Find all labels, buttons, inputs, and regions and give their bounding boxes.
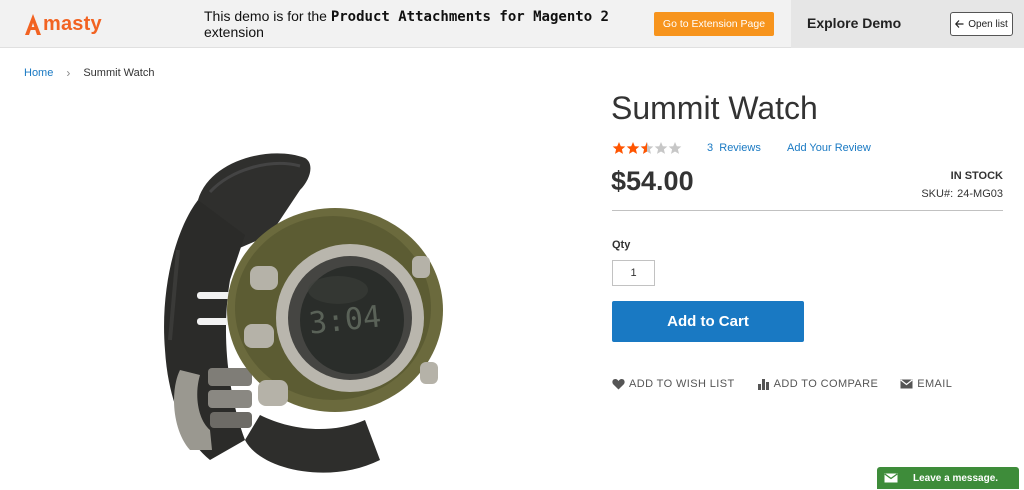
go-to-extension-button[interactable]: Go to Extension Page [654,12,774,36]
wishlist-label: Add to Wish List [629,378,735,390]
reviews-link[interactable]: 3 Reviews [707,142,761,154]
logo-text: masty [43,12,102,35]
add-to-wishlist-link[interactable]: Add to Wish List [612,378,735,390]
star-filled-icon [626,142,640,154]
breadcrumb-current: Summit Watch [83,67,155,79]
email-link[interactable]: Email [900,378,952,390]
chat-label: Leave a message. [913,472,999,484]
reviews-count: 3 [707,142,714,154]
amasty-logo[interactable]: masty [24,9,102,39]
open-list-button[interactable]: Open list [950,12,1013,36]
breadcrumb-separator: › [66,66,71,80]
product-sku: SKU#: 24-MG03 [921,188,1003,200]
qty-label: Qty [612,239,631,251]
open-list-label: Open list [968,18,1008,30]
chat-widget[interactable]: Leave a message. [877,467,1019,489]
product-price: $54.00 [611,166,694,196]
demo-notice-product: Product Attachments for Magento 2 [330,9,609,25]
email-label: Email [917,378,953,390]
arrow-left-icon [955,20,964,28]
product-title: Summit Watch [611,90,818,126]
star-half-icon [640,142,654,154]
breadcrumb-home-link[interactable]: Home [24,67,53,79]
qty-input[interactable] [612,260,655,286]
bar-chart-icon [757,379,769,390]
add-review-link[interactable]: Add Your Review [787,142,871,154]
breadcrumb: Home › Summit Watch [24,66,154,80]
star-filled-icon [612,142,626,154]
envelope-icon [900,379,913,389]
add-to-cart-button[interactable]: Add to Cart [612,301,804,342]
sku-value: 24-MG03 [957,188,1003,200]
sku-label: SKU#: [921,188,954,200]
product-image[interactable]: 3:04 [150,140,460,490]
reviews-label: Reviews [719,142,761,154]
star-empty-icon [654,142,668,154]
demo-notice-suffix: extension [204,24,264,40]
explore-demo-label: Explore Demo [807,15,902,31]
stock-status: In stock [950,170,1003,182]
add-to-compare-link[interactable]: Add to Compare [757,378,879,390]
demo-header-bar: masty This demo is for the Product Attac… [0,0,1024,48]
rating-stars [612,141,682,155]
star-empty-icon [668,142,682,154]
explore-demo-panel: Explore Demo Open list [791,0,1024,48]
amasty-logo-icon [25,14,41,35]
product-actions: Add to Wish List Add to Compare Email [612,378,974,390]
demo-notice-prefix: This demo is for the [204,8,331,24]
heart-icon [612,379,625,390]
compare-label: Add to Compare [773,378,879,390]
demo-notice: This demo is for the Product Attachments… [204,9,624,40]
chat-icon [877,467,905,489]
info-divider [612,210,1003,211]
